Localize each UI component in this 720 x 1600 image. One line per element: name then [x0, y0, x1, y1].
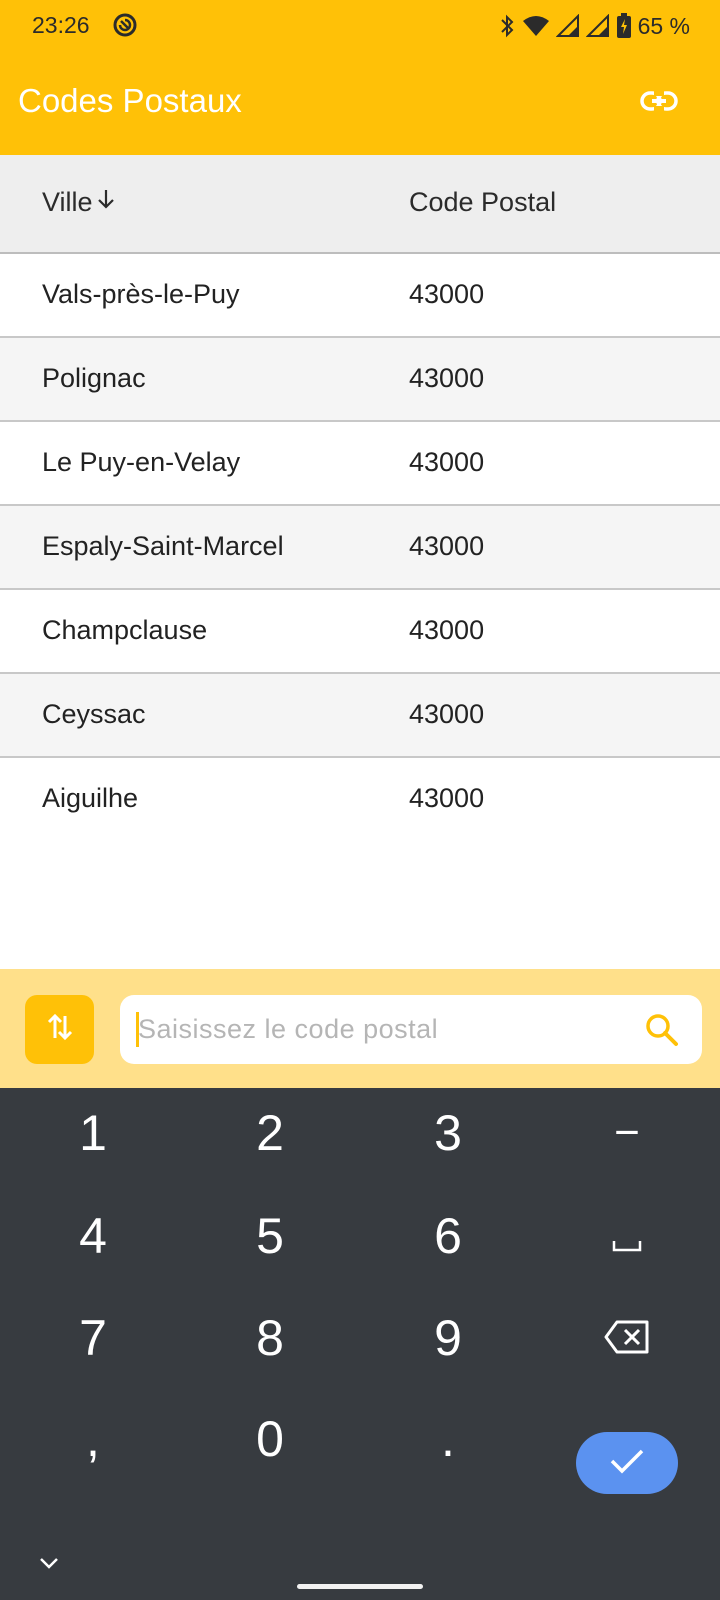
- wifi-icon: [522, 14, 550, 38]
- column-header-code-postal[interactable]: Code Postal: [409, 187, 556, 218]
- code-cell: 43000: [409, 531, 485, 561]
- key-4[interactable]: 4: [23, 1191, 163, 1281]
- arrow-down-icon: [95, 187, 117, 218]
- key-minus[interactable]: −: [557, 1088, 697, 1178]
- check-icon: [608, 1447, 646, 1480]
- navigation-handle[interactable]: [297, 1584, 423, 1589]
- key-0[interactable]: 0: [200, 1394, 340, 1484]
- key-9[interactable]: 9: [378, 1293, 518, 1383]
- city-cell: Aiguilhe: [42, 783, 139, 813]
- table-row[interactable]: Polignac 43000: [0, 338, 720, 422]
- table-header: Ville Code Postal: [0, 155, 720, 254]
- keyboard-collapse-button[interactable]: [34, 1550, 64, 1580]
- battery-charging-icon: [616, 13, 632, 39]
- status-bar: 23:26 65 %: [0, 0, 720, 52]
- battery-percent: 65 %: [637, 12, 690, 39]
- bluetooth-icon: [498, 14, 516, 38]
- text-cursor: [136, 1012, 139, 1047]
- code-cell: 43000: [409, 699, 485, 729]
- swap-vertical-icon: [46, 1012, 74, 1047]
- signal-icon: [555, 14, 580, 38]
- link-icon: [640, 90, 678, 116]
- key-period[interactable]: .: [378, 1394, 518, 1484]
- column-label: Ville: [42, 187, 93, 217]
- key-7[interactable]: 7: [23, 1293, 163, 1383]
- status-time: 23:26: [32, 12, 90, 38]
- app-title: Codes Postaux: [18, 82, 242, 119]
- key-space[interactable]: [557, 1191, 697, 1281]
- numeric-keyboard: 1 2 3 − 4 5 6 7 8 9 , 0 .: [0, 1088, 720, 1600]
- app-notification-icon: [112, 12, 138, 38]
- table-row[interactable]: Ceyssac 43000: [0, 674, 720, 758]
- city-cell: Champclause: [42, 615, 208, 645]
- backspace-icon: [604, 1309, 650, 1367]
- key-backspace[interactable]: [557, 1293, 697, 1383]
- city-cell: Espaly-Saint-Marcel: [42, 531, 284, 561]
- city-cell: Ceyssac: [42, 699, 146, 729]
- signal-icon: [585, 14, 610, 38]
- search-field[interactable]: [120, 995, 702, 1064]
- search-bar: [0, 969, 720, 1088]
- code-cell: 43000: [409, 615, 485, 645]
- table-row[interactable]: Vals-près-le-Puy 43000: [0, 254, 720, 338]
- city-cell: Vals-près-le-Puy: [42, 279, 240, 309]
- code-cell: 43000: [409, 279, 485, 309]
- code-cell: 43000: [409, 783, 485, 813]
- key-5[interactable]: 5: [200, 1191, 340, 1281]
- city-cell: Polignac: [42, 363, 146, 393]
- chevron-down-icon: [38, 1556, 60, 1575]
- key-3[interactable]: 3: [378, 1088, 518, 1178]
- key-6[interactable]: 6: [378, 1191, 518, 1281]
- code-cell: 43000: [409, 447, 485, 477]
- key-8[interactable]: 8: [200, 1293, 340, 1383]
- app-bar: Codes Postaux: [0, 52, 720, 155]
- column-header-ville[interactable]: Ville: [42, 187, 117, 218]
- key-1[interactable]: 1: [23, 1088, 163, 1178]
- key-2[interactable]: 2: [200, 1088, 340, 1178]
- search-icon[interactable]: [644, 1012, 680, 1048]
- status-icons: 65 %: [498, 12, 690, 40]
- table-row[interactable]: Espaly-Saint-Marcel 43000: [0, 506, 720, 590]
- swap-search-mode-button[interactable]: [25, 995, 94, 1064]
- link-button[interactable]: [636, 80, 682, 126]
- key-enter[interactable]: [576, 1432, 678, 1494]
- postal-code-table: Ville Code Postal Vals-près-le-Puy 43000…: [0, 155, 720, 842]
- space-icon: [612, 1207, 642, 1265]
- table-row[interactable]: Aiguilhe 43000: [0, 758, 720, 842]
- key-comma[interactable]: ,: [23, 1394, 163, 1484]
- search-input[interactable]: [138, 995, 618, 1064]
- city-cell: Le Puy-en-Velay: [42, 447, 241, 477]
- table-row[interactable]: Le Puy-en-Velay 43000: [0, 422, 720, 506]
- code-cell: 43000: [409, 363, 485, 393]
- column-label: Code Postal: [409, 187, 557, 217]
- table-row[interactable]: Champclause 43000: [0, 590, 720, 674]
